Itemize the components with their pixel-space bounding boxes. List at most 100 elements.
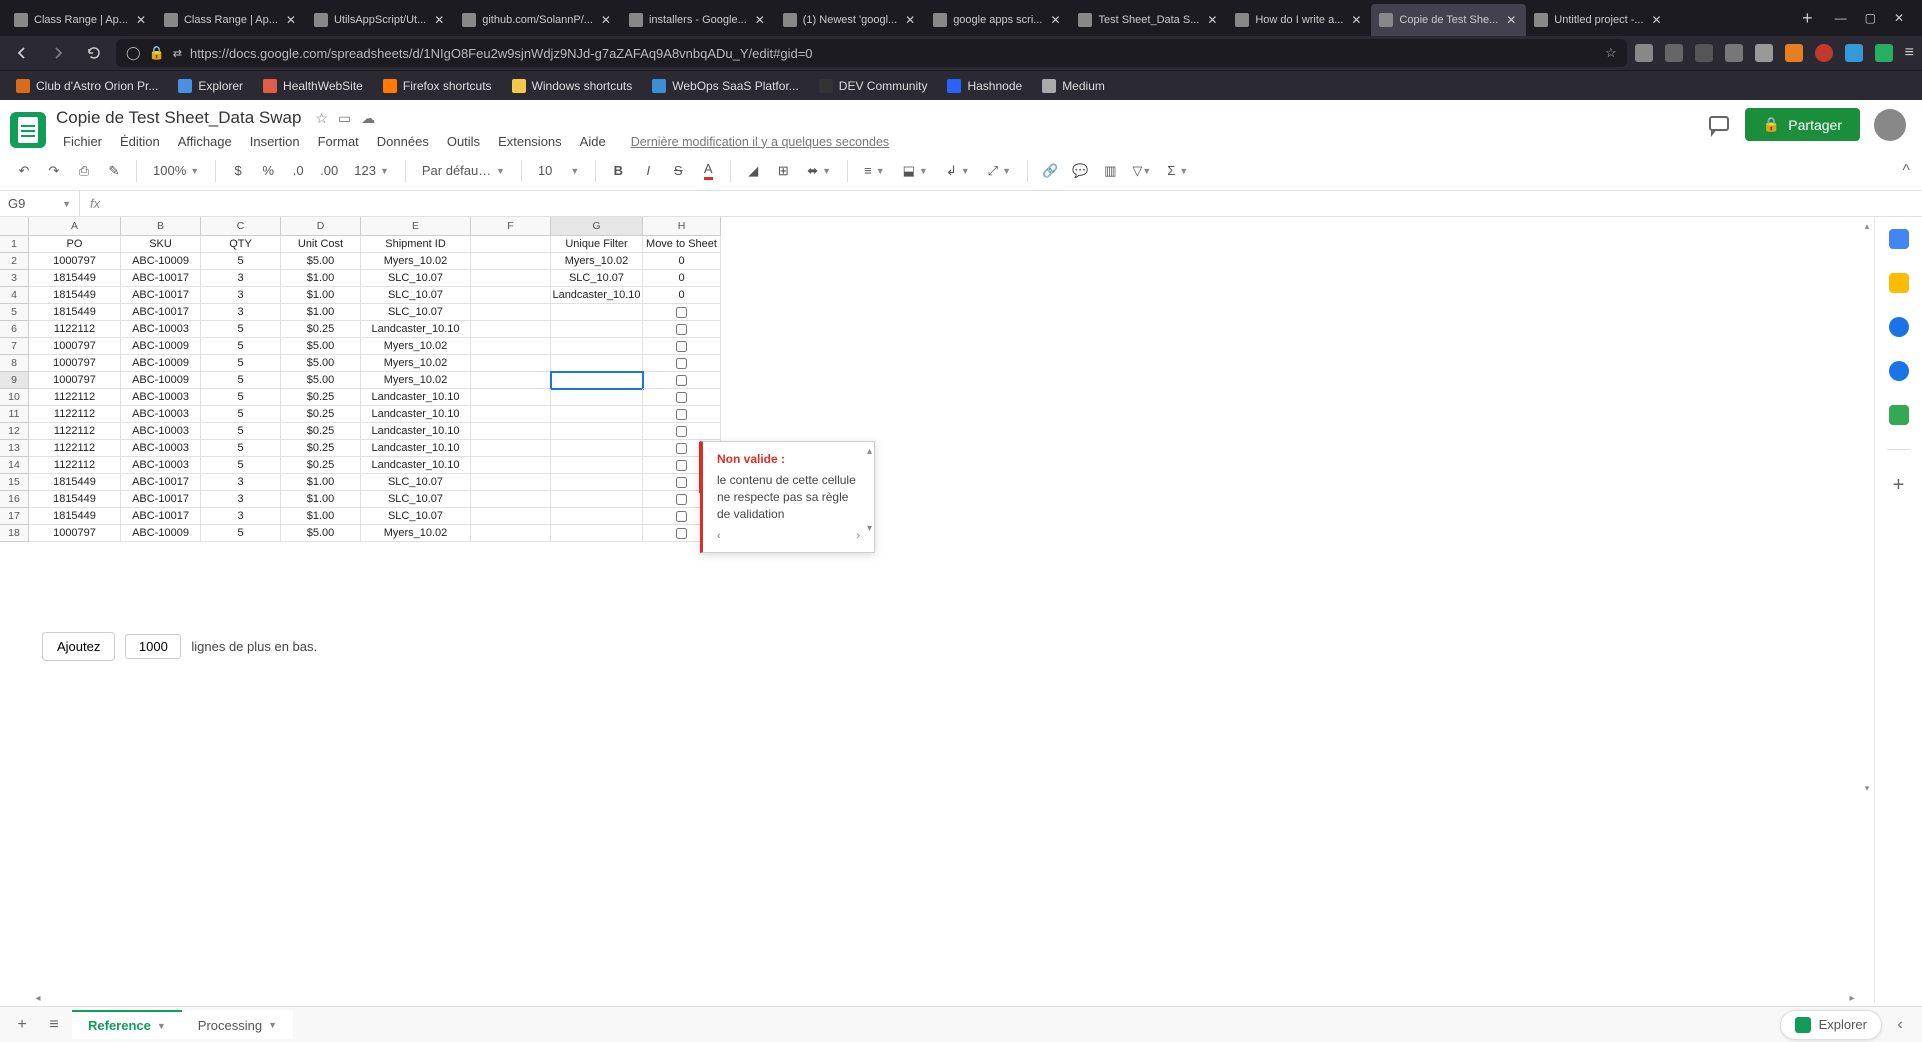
- print-button[interactable]: ⎙: [72, 157, 96, 185]
- select-all-corner[interactable]: [0, 217, 29, 236]
- row-header[interactable]: 3: [0, 270, 29, 287]
- cell[interactable]: ABC-10009: [121, 355, 201, 372]
- cell[interactable]: 5: [201, 389, 281, 406]
- extension-icon[interactable]: [1695, 44, 1713, 62]
- new-tab-button[interactable]: +: [1792, 8, 1823, 29]
- vertical-align-button[interactable]: ⬓▼: [897, 158, 934, 184]
- row-header[interactable]: 15: [0, 474, 29, 491]
- cell[interactable]: ABC-10009: [121, 372, 201, 389]
- extension-icon[interactable]: [1875, 44, 1893, 62]
- cell[interactable]: $1.00: [281, 270, 361, 287]
- add-rows-button[interactable]: Ajoutez: [42, 632, 115, 661]
- formula-input[interactable]: [110, 191, 1922, 216]
- cell[interactable]: $1.00: [281, 287, 361, 304]
- cell[interactable]: ABC-10003: [121, 440, 201, 457]
- checkbox[interactable]: [676, 528, 687, 539]
- bookmark-item[interactable]: Hashnode: [939, 76, 1030, 96]
- grid-scroll-up-icon[interactable]: ▴: [1860, 219, 1874, 233]
- bookmark-item[interactable]: HealthWebSite: [255, 76, 371, 96]
- increase-decimal-button[interactable]: .00: [316, 157, 342, 185]
- cell[interactable]: $1.00: [281, 474, 361, 491]
- cell[interactable]: Myers_10.02: [361, 253, 471, 270]
- cell[interactable]: 1122112: [29, 321, 121, 338]
- cell[interactable]: [643, 423, 721, 440]
- next-error-icon[interactable]: ›: [856, 530, 860, 542]
- grid-scroll-right-icon[interactable]: ▸: [1844, 990, 1860, 1006]
- header-cell[interactable]: [471, 236, 551, 253]
- menu-insertion[interactable]: Insertion: [243, 132, 307, 151]
- cell[interactable]: $5.00: [281, 525, 361, 542]
- browser-tab[interactable]: How do I write a...✕: [1227, 4, 1371, 36]
- menu-outils[interactable]: Outils: [440, 132, 487, 151]
- cell[interactable]: SLC_10.07: [361, 474, 471, 491]
- header-cell[interactable]: SKU: [121, 236, 201, 253]
- cell[interactable]: ABC-10003: [121, 423, 201, 440]
- cell[interactable]: 1122112: [29, 440, 121, 457]
- browser-tab[interactable]: UtilsAppScript/Ut...✕: [306, 4, 454, 36]
- merge-cells-button[interactable]: ⬌▼: [801, 158, 837, 184]
- cell[interactable]: [471, 389, 551, 406]
- cell[interactable]: [471, 355, 551, 372]
- row-header[interactable]: 2: [0, 253, 29, 270]
- cell[interactable]: 1000797: [29, 355, 121, 372]
- cell[interactable]: [551, 423, 643, 440]
- cell[interactable]: SLC_10.07: [551, 270, 643, 287]
- cell[interactable]: SLC_10.07: [361, 287, 471, 304]
- scroll-up-icon[interactable]: ▴: [867, 446, 872, 457]
- bookmark-item[interactable]: WebOps SaaS Platfor...: [644, 76, 807, 96]
- row-header[interactable]: 17: [0, 508, 29, 525]
- row-header[interactable]: 5: [0, 304, 29, 321]
- cell[interactable]: [643, 355, 721, 372]
- checkbox[interactable]: [676, 409, 687, 420]
- cell[interactable]: [471, 406, 551, 423]
- cell[interactable]: [551, 355, 643, 372]
- zoom-select[interactable]: 100%▼: [147, 158, 205, 184]
- sheets-logo[interactable]: [10, 112, 46, 148]
- bookmark-item[interactable]: Windows shortcuts: [504, 76, 641, 96]
- cell[interactable]: [643, 389, 721, 406]
- menu-format[interactable]: Format: [311, 132, 366, 151]
- cell[interactable]: [643, 372, 721, 389]
- column-header[interactable]: H: [643, 217, 721, 236]
- spreadsheet-grid[interactable]: ABCDEFGH 123456789101112131415161718 POS…: [0, 217, 1874, 797]
- forward-button[interactable]: [44, 39, 72, 67]
- paint-format-button[interactable]: ✎: [102, 157, 126, 185]
- cell[interactable]: [643, 321, 721, 338]
- cell[interactable]: [551, 321, 643, 338]
- row-header[interactable]: 8: [0, 355, 29, 372]
- column-header[interactable]: D: [281, 217, 361, 236]
- cell[interactable]: [551, 372, 643, 389]
- strikethrough-button[interactable]: S: [666, 157, 690, 185]
- cell[interactable]: 5: [201, 355, 281, 372]
- cell[interactable]: Myers_10.02: [361, 338, 471, 355]
- back-button[interactable]: [8, 39, 36, 67]
- italic-button[interactable]: I: [636, 157, 660, 185]
- cell[interactable]: 5: [201, 440, 281, 457]
- calendar-icon[interactable]: [1889, 229, 1909, 249]
- close-icon[interactable]: ✕: [1205, 13, 1219, 27]
- close-icon[interactable]: ✕: [284, 13, 298, 27]
- grid-scroll-left-icon[interactable]: ◂: [30, 990, 46, 1006]
- cell[interactable]: 1000797: [29, 338, 121, 355]
- extension-icon[interactable]: [1845, 44, 1863, 62]
- cell[interactable]: 1815449: [29, 508, 121, 525]
- row-header[interactable]: 9: [0, 372, 29, 389]
- horizontal-align-button[interactable]: ≡▼: [858, 158, 891, 184]
- close-icon[interactable]: ✕: [1504, 13, 1518, 27]
- cell[interactable]: Landcaster_10.10: [361, 440, 471, 457]
- cell[interactable]: 5: [201, 372, 281, 389]
- row-header[interactable]: 13: [0, 440, 29, 457]
- cell[interactable]: [471, 304, 551, 321]
- cell[interactable]: 0: [643, 270, 721, 287]
- font-select[interactable]: Par défaut ...▼: [416, 158, 511, 184]
- menu-édition[interactable]: Édition: [113, 132, 167, 151]
- insert-link-button[interactable]: 🔗: [1038, 157, 1062, 185]
- extension-icon[interactable]: [1635, 44, 1653, 62]
- contacts-icon[interactable]: [1889, 361, 1909, 381]
- cell[interactable]: [471, 372, 551, 389]
- column-header[interactable]: F: [471, 217, 551, 236]
- row-header[interactable]: 1: [0, 236, 29, 253]
- cell[interactable]: 0: [643, 253, 721, 270]
- cell[interactable]: 5: [201, 253, 281, 270]
- close-icon[interactable]: ✕: [1349, 13, 1363, 27]
